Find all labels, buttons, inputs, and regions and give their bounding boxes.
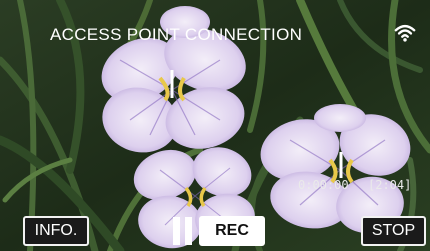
pause-icon-bar-right bbox=[185, 217, 192, 245]
screen-title: ACCESS POINT CONNECTION bbox=[50, 25, 303, 44]
rec-button[interactable]: REC bbox=[199, 216, 265, 246]
pause-icon[interactable] bbox=[172, 217, 194, 245]
stop-button[interactable]: STOP bbox=[361, 216, 426, 246]
remaining-time: [2:04] bbox=[368, 178, 412, 192]
camera-viewfinder: ACCESS POINT CONNECTION 0:00:00 [2:04] I… bbox=[0, 0, 430, 251]
info-button[interactable]: INFO. bbox=[23, 216, 89, 246]
pause-icon-bar-left bbox=[173, 217, 180, 245]
elapsed-time: 0:00:00 bbox=[298, 178, 349, 192]
wifi-icon bbox=[394, 24, 416, 42]
